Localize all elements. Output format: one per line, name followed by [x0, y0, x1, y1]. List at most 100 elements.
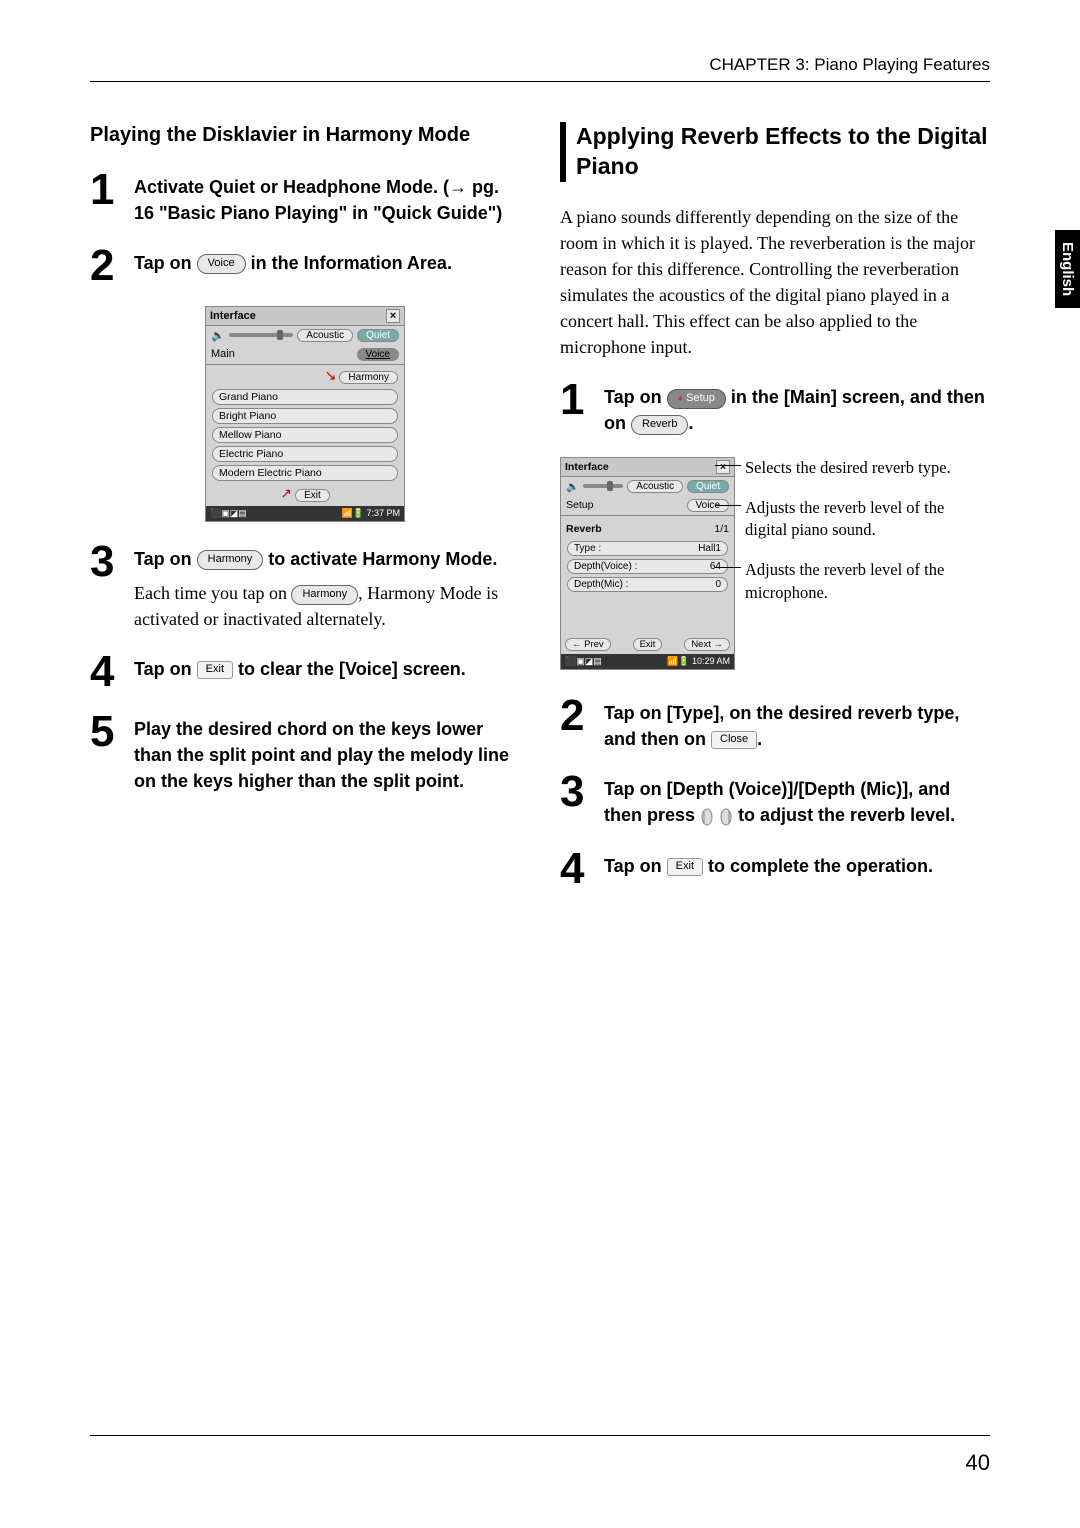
footer-icons: ⬛▣◪▤ — [565, 656, 602, 667]
voice-pill: Voice — [197, 254, 246, 274]
exit-chip: Exit — [667, 858, 703, 876]
dial-icon — [700, 803, 733, 829]
exit-button: Exit — [633, 638, 663, 651]
arrow-icon: ↘ — [325, 367, 337, 383]
right-column: Applying Reverb Effects to the Digital P… — [560, 122, 990, 909]
text: Tap on — [604, 387, 667, 407]
step-body: Tap on Voice in the Information Area. — [134, 246, 520, 276]
device-footer: ⬛▣◪▤ 📶🔋 10:29 AM — [561, 654, 734, 669]
arrow-icon: ↗ — [280, 485, 292, 501]
param-value: 0 — [715, 579, 721, 590]
footer-icons: ⬛▣◪▤ — [210, 508, 247, 519]
setup-pill: Setup — [667, 389, 726, 409]
step-number: 1 — [560, 380, 590, 420]
step-number: 2 — [560, 696, 590, 736]
device-with-callouts: Interface × 🔈 Acoustic Quiet Setup Voice — [560, 457, 990, 670]
harmony-button: Harmony — [339, 371, 398, 384]
step: 5 Play the desired chord on the keys low… — [90, 712, 520, 794]
step-number: 4 — [90, 652, 120, 692]
param-row: Type :Hall1 — [567, 541, 728, 556]
section-title-bar: Applying Reverb Effects to the Digital P… — [560, 122, 990, 182]
callout: Adjusts the reverb level of the digital … — [745, 497, 990, 542]
step-number: 1 — [90, 170, 120, 210]
volume-slider — [229, 333, 294, 337]
step-number: 2 — [90, 246, 120, 286]
param-value: 64 — [710, 561, 721, 572]
step-body: Tap on [Type], on the desired reverb typ… — [604, 696, 990, 752]
acoustic-pill: Acoustic — [627, 480, 683, 493]
param-key: Depth(Mic) : — [574, 579, 628, 590]
text: to adjust the reverb level. — [738, 805, 955, 825]
text: Tap on — [134, 659, 197, 679]
chapter-header: CHAPTER 3: Piano Playing Features — [90, 55, 990, 82]
callout: Selects the desired reverb type. — [745, 457, 990, 479]
step-body: Tap on Exit to clear the [Voice] screen. — [134, 652, 520, 682]
list-item: Grand Piano — [212, 389, 398, 405]
step: 3 Tap on [Depth (Voice)]/[Depth (Mic)], … — [560, 772, 990, 829]
page-number: 40 — [966, 1450, 990, 1476]
step: 3 Tap on Harmony to activate Harmony Mod… — [90, 542, 520, 632]
step-number: 4 — [560, 849, 590, 889]
setup-label: Setup — [566, 499, 593, 511]
step-body: Tap on Setup in the [Main] screen, and t… — [604, 380, 990, 436]
step: 4 Tap on Exit to clear the [Voice] scree… — [90, 652, 520, 692]
text: Tap on — [134, 549, 197, 569]
text: Tap on — [134, 253, 197, 273]
footer-rule — [90, 1435, 990, 1436]
param-row: Depth(Mic) : 0 — [567, 577, 728, 592]
page-indicator: 1/1 — [714, 523, 729, 535]
left-heading: Playing the Disklavier in Harmony Mode — [90, 122, 520, 148]
param-key: Type : — [574, 543, 601, 554]
step-body: Play the desired chord on the keys lower… — [134, 712, 520, 794]
exit-button: Exit — [295, 489, 330, 502]
volume-slider — [583, 484, 623, 488]
step-number: 3 — [90, 542, 120, 582]
speaker-icon: 🔈 — [211, 329, 225, 342]
page: CHAPTER 3: Piano Playing Features Playin… — [90, 55, 990, 1445]
device-time: 7:37 PM — [366, 508, 400, 518]
step-body: Activate Quiet or Headphone Mode. (→ pg.… — [134, 170, 520, 226]
main-label: Main — [211, 348, 235, 360]
step: 1 Tap on Setup in the [Main] screen, and… — [560, 380, 990, 436]
list-item: Bright Piano — [212, 408, 398, 424]
list-item: Modern Electric Piano — [212, 465, 398, 481]
step: 1 Activate Quiet or Headphone Mode. (→ p… — [90, 170, 520, 226]
intro-paragraph: A piano sounds differently depending on … — [560, 204, 990, 361]
text: to activate Harmony Mode. — [263, 549, 497, 569]
quiet-pill: Quiet — [687, 480, 729, 493]
exit-chip: Exit — [197, 661, 233, 679]
text: Activate Quiet or Headphone Mode. ( — [134, 177, 449, 197]
quiet-pill: Quiet — [357, 329, 399, 342]
reverb-pill: Reverb — [631, 415, 688, 435]
close-icon: × — [386, 309, 400, 323]
device-screenshot-reverb: Interface × 🔈 Acoustic Quiet Setup Voice — [560, 457, 735, 670]
step-number: 3 — [560, 772, 590, 812]
left-column: Playing the Disklavier in Harmony Mode 1… — [90, 122, 520, 909]
step-body: Tap on Harmony to activate Harmony Mode.… — [134, 542, 520, 632]
prev-button: ← Prev — [565, 638, 611, 651]
arrow-icon: → — [449, 177, 467, 197]
device-title: Interface — [565, 461, 609, 473]
close-chip: Close — [711, 731, 757, 749]
text: to clear the [Voice] screen. — [233, 659, 466, 679]
text: in the Information Area. — [246, 253, 452, 273]
reverb-label: Reverb — [566, 523, 602, 535]
acoustic-pill: Acoustic — [297, 329, 353, 342]
list-item: Electric Piano — [212, 446, 398, 462]
language-tab: English — [1055, 230, 1080, 308]
voice-tab: Voice — [357, 348, 399, 361]
next-button: Next → — [684, 638, 730, 651]
step-number: 5 — [90, 712, 120, 752]
section-title: Applying Reverb Effects to the Digital P… — [576, 122, 990, 182]
device-footer: ⬛▣◪▤ 📶🔋 7:37 PM — [206, 506, 404, 521]
device-title: Interface — [210, 310, 256, 322]
speaker-icon: 🔈 — [566, 480, 579, 493]
step: 2 Tap on [Type], on the desired reverb t… — [560, 696, 990, 752]
text: Tap on — [604, 856, 667, 876]
close-icon: × — [716, 460, 730, 474]
text: to complete the operation. — [703, 856, 933, 876]
callout: Adjusts the reverb level of the micropho… — [745, 559, 990, 604]
text: . — [688, 413, 693, 433]
harmony-pill: Harmony — [197, 550, 264, 570]
step: 4 Tap on Exit to complete the operation. — [560, 849, 990, 889]
